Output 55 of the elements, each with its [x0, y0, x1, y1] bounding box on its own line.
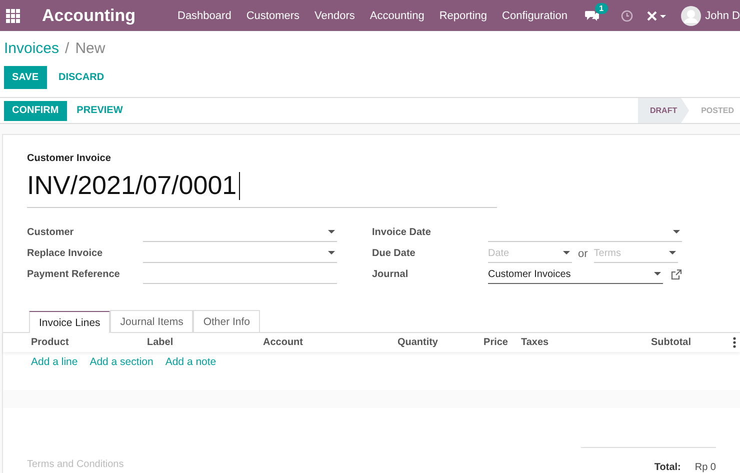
- add-link[interactable]: Add a line: [31, 356, 78, 368]
- document-type-label: Customer Invoice: [27, 153, 112, 164]
- caret-icon[interactable]: [668, 251, 676, 255]
- field-label: Replace Invoice: [27, 247, 104, 261]
- total-label: Total:: [654, 462, 681, 473]
- breadcrumb-current: New: [75, 40, 106, 56]
- tab[interactable]: Other Info: [193, 310, 260, 332]
- column-header: Price: [482, 337, 508, 348]
- field-label: Customer: [27, 226, 75, 240]
- caret-icon[interactable]: [673, 230, 680, 234]
- add-link[interactable]: Add a section: [90, 356, 154, 368]
- app-title[interactable]: Accounting: [42, 6, 136, 26]
- chat-icon[interactable]: [585, 10, 600, 22]
- tab[interactable]: Journal Items: [110, 310, 194, 332]
- link-button[interactable]: DISCARD: [50, 66, 112, 88]
- total-value: Rp 0: [694, 462, 716, 473]
- menu-item[interactable]: Reporting: [439, 10, 488, 22]
- tools-icon[interactable]: [647, 10, 668, 20]
- tab[interactable]: Invoice Lines: [29, 311, 110, 334]
- primary-button[interactable]: SAVE: [4, 66, 46, 88]
- status-stage[interactable]: DRAFT: [638, 98, 690, 123]
- avatar-icon[interactable]: [681, 6, 702, 26]
- add-link[interactable]: Add a note: [165, 356, 216, 368]
- primary-button[interactable]: CONFIRM: [4, 100, 67, 120]
- dropdown-field[interactable]: Customer Invoices: [488, 265, 663, 284]
- column-header: Taxes: [520, 337, 550, 348]
- column-header: Quantity: [396, 337, 438, 348]
- breadcrumb-separator: /: [65, 40, 70, 56]
- column-header: Label: [147, 337, 174, 348]
- caret-icon[interactable]: [328, 230, 335, 234]
- caret-icon[interactable]: [563, 251, 570, 255]
- link-button[interactable]: PREVIEW: [68, 100, 131, 120]
- clock-icon[interactable]: [621, 10, 634, 22]
- user-name[interactable]: John D: [705, 10, 740, 22]
- menu-item[interactable]: Customers: [246, 10, 300, 22]
- menu-item[interactable]: Vendors: [314, 10, 355, 22]
- field-label: Due Date: [372, 247, 416, 261]
- field-label: Journal: [372, 268, 410, 282]
- caret-icon[interactable]: [654, 272, 661, 276]
- more-options-icon[interactable]: [733, 337, 736, 348]
- menu-item[interactable]: Accounting: [370, 10, 424, 22]
- apps-menu-icon[interactable]: [6, 8, 20, 22]
- caret-icon[interactable]: [328, 251, 335, 255]
- field-label: Invoice Date: [372, 226, 432, 240]
- column-header: Product: [31, 337, 70, 348]
- column-header: Account: [263, 337, 304, 348]
- menu-item[interactable]: Dashboard: [178, 10, 232, 22]
- or-label: or: [578, 248, 588, 260]
- external-link-icon[interactable]: [671, 269, 682, 280]
- breadcrumb-link[interactable]: Invoices: [4, 40, 60, 56]
- menu-item[interactable]: Configuration: [502, 10, 568, 22]
- message-count-badge: 1: [595, 2, 608, 14]
- invoice-number-field[interactable]: INV/2021/07/0001: [27, 164, 497, 208]
- field-label: Payment Reference: [27, 268, 121, 282]
- column-header: Subtotal: [650, 337, 691, 348]
